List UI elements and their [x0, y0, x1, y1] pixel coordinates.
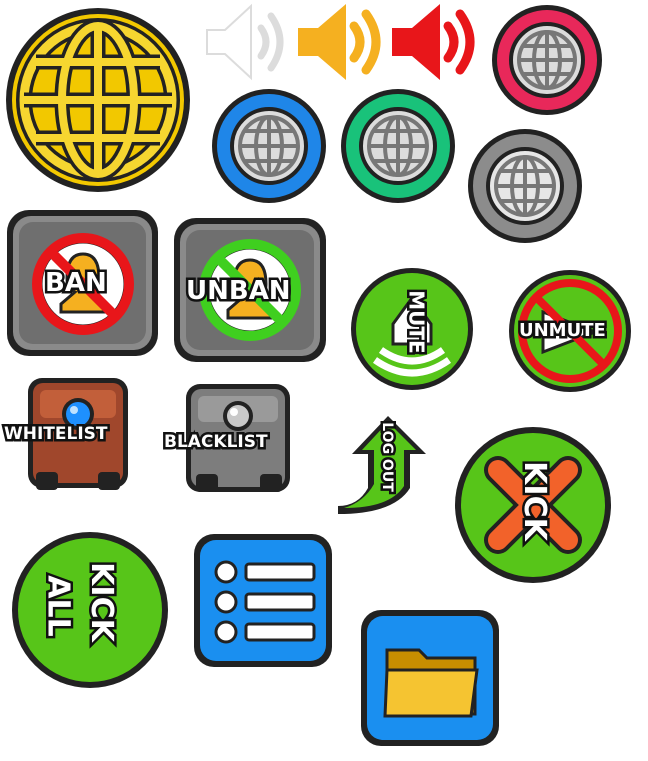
folder-icon — [357, 606, 503, 750]
whitelist-label: WHITELIST — [2, 423, 110, 445]
blacklist-button[interactable]: BLACKLIST — [162, 378, 320, 502]
kick-all-button[interactable]: KICK ALL — [5, 525, 175, 695]
globe-icon — [2, 4, 194, 196]
kick-all-label-1: KICK — [81, 560, 121, 645]
whitelist-button[interactable]: WHITELIST — [2, 372, 152, 502]
globe-pink-button[interactable] — [487, 0, 607, 120]
globe-gray-button[interactable] — [463, 124, 587, 248]
globe-icon — [209, 86, 329, 206]
blacklist-label: BLACKLIST — [162, 431, 271, 453]
mute-button[interactable]: MUTE — [345, 262, 480, 397]
kick-label: KICK — [514, 459, 554, 544]
unmute-label: UNMUTE — [517, 319, 609, 342]
mute-label: MUTE — [402, 288, 431, 356]
speaker-white[interactable] — [203, 2, 293, 82]
unban-button[interactable]: UNBAN — [172, 216, 328, 364]
globe-icon — [489, 2, 605, 118]
list-icon — [190, 530, 336, 671]
logout-button[interactable]: LOG OUT — [332, 410, 434, 514]
speaker-orange[interactable] — [294, 2, 389, 82]
globe-large-button[interactable] — [0, 0, 200, 200]
speaker-icon — [206, 3, 284, 81]
list-button[interactable] — [188, 528, 338, 673]
ban-label: BAN — [43, 268, 110, 299]
globe-icon — [465, 126, 585, 246]
ban-button[interactable]: BAN — [5, 208, 160, 358]
folder-button[interactable] — [355, 604, 505, 752]
speaker-icon — [298, 4, 381, 80]
kick-all-label-2: ALL — [38, 573, 78, 639]
globe-icon — [338, 86, 458, 206]
speaker-red[interactable] — [388, 2, 483, 82]
globe-teal-button[interactable] — [336, 84, 460, 208]
globe-blue-button[interactable] — [207, 84, 331, 208]
speaker-icon — [392, 4, 475, 80]
kick-button[interactable]: KICK — [448, 420, 618, 590]
logout-label: LOG OUT — [376, 420, 397, 495]
unban-label: UNBAN — [184, 276, 294, 307]
unmute-button[interactable]: UNMUTE — [503, 264, 638, 399]
